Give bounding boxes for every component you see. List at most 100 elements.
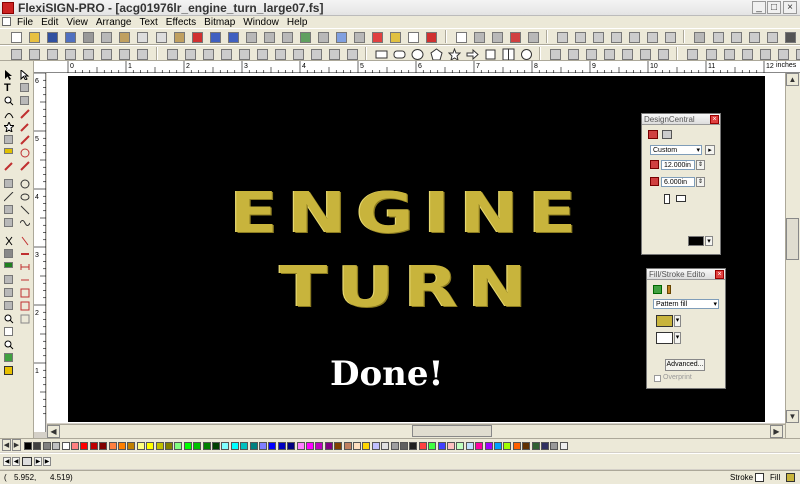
align-left-icon[interactable] <box>555 30 568 43</box>
fill-pattern-swatch[interactable] <box>656 315 673 327</box>
arc-tool-icon[interactable] <box>4 218 14 228</box>
center-icon[interactable] <box>740 47 753 60</box>
measure-icon[interactable] <box>316 30 330 43</box>
scroll-right-arrow-icon[interactable]: ▶ <box>770 425 783 438</box>
palette-swatch[interactable] <box>61 442 70 450</box>
palette-swatch[interactable] <box>503 442 512 450</box>
line-tool-icon[interactable] <box>3 191 14 202</box>
justify-all-icon[interactable] <box>627 30 641 43</box>
palette-swatch[interactable] <box>381 442 390 450</box>
magnify-tool-icon[interactable] <box>4 314 14 324</box>
palette-swatch[interactable] <box>531 442 540 450</box>
polygon-shape-icon[interactable] <box>429 47 443 60</box>
text-tool-icon[interactable]: T <box>4 83 14 94</box>
palette-swatch[interactable] <box>437 442 446 450</box>
text-tool-icon[interactable] <box>454 30 467 43</box>
apply-arrow-icon[interactable]: ▸ <box>705 145 715 155</box>
print-preview-icon[interactable] <box>99 30 113 43</box>
import-icon[interactable] <box>244 30 257 43</box>
scroll-down-arrow-icon[interactable]: ▼ <box>786 410 799 423</box>
design-central-tab-icon[interactable] <box>648 130 658 139</box>
palette-swatch[interactable] <box>484 442 493 450</box>
palette-swatch[interactable] <box>89 442 98 450</box>
maximize-button[interactable]: □ <box>767 1 781 14</box>
trim-icon[interactable] <box>255 47 268 60</box>
outline-icon[interactable] <box>291 47 304 60</box>
height-stepper[interactable]: ⇕ <box>696 177 705 187</box>
palette-swatch[interactable] <box>512 442 521 450</box>
arrange-icon[interactable] <box>165 47 178 60</box>
stroke-color-swatch[interactable] <box>656 332 673 344</box>
palette-swatch[interactable] <box>343 442 352 450</box>
palette-swatch[interactable] <box>240 442 249 450</box>
size-icon[interactable] <box>758 47 771 60</box>
color-icon[interactable] <box>370 30 384 43</box>
pencil-tool-icon[interactable] <box>20 122 30 132</box>
intersect-icon[interactable] <box>273 47 286 60</box>
polygon-tool-icon[interactable] <box>4 205 14 215</box>
wave-icon[interactable] <box>620 47 634 60</box>
eraser-tool-icon[interactable] <box>20 148 30 158</box>
export-icon[interactable] <box>262 30 275 43</box>
kern-tool-icon[interactable] <box>20 83 30 93</box>
distribute-icon[interactable] <box>704 47 717 60</box>
star-tool-icon[interactable] <box>2 120 16 134</box>
cut-tool-icon[interactable] <box>20 236 30 246</box>
lock-icon[interactable] <box>81 47 95 60</box>
help-icon[interactable] <box>424 30 438 43</box>
palette-swatch[interactable] <box>522 442 531 450</box>
fill-color-swatch-icon[interactable] <box>4 366 14 376</box>
grid-tool-icon[interactable] <box>20 301 30 311</box>
palette-swatch[interactable] <box>409 442 418 450</box>
rectangle-shape-icon[interactable] <box>374 47 388 60</box>
page-color-dropdown-icon[interactable]: ▾ <box>705 236 713 246</box>
palette-swatch[interactable] <box>127 442 136 450</box>
close-button[interactable]: × <box>783 1 797 14</box>
distort-icon[interactable] <box>765 30 778 43</box>
palette-swatch[interactable] <box>287 442 296 450</box>
fill-swatch-dropdown-icon[interactable]: ▾ <box>674 315 681 327</box>
palette-swatch[interactable] <box>390 442 399 450</box>
zoom-icon[interactable] <box>406 30 420 43</box>
palette-swatch[interactable] <box>99 442 108 450</box>
advanced-button[interactable]: Advanced... <box>665 359 705 371</box>
palette-swatch[interactable] <box>212 442 220 450</box>
fill-bucket-icon[interactable] <box>653 285 662 294</box>
scroll-left-arrow-icon[interactable]: ◀ <box>47 425 60 438</box>
forward-icon[interactable] <box>219 47 232 60</box>
palette-swatch[interactable] <box>221 442 230 450</box>
mirror-icon[interactable] <box>117 47 131 60</box>
space-icon[interactable] <box>722 47 735 60</box>
bezier-tool-icon[interactable] <box>4 109 14 119</box>
scan-icon[interactable] <box>280 30 293 43</box>
palette-swatch[interactable] <box>230 442 239 450</box>
contour-icon[interactable] <box>729 30 742 43</box>
size-preset-select[interactable]: Custom ▾ <box>650 145 702 155</box>
rect-tool-icon[interactable] <box>4 179 14 189</box>
palette-swatch[interactable] <box>165 442 173 450</box>
palette-swatch[interactable] <box>136 442 145 450</box>
palette-swatch[interactable] <box>108 442 117 450</box>
node-icon[interactable] <box>309 47 323 60</box>
palette-swatch[interactable] <box>334 442 343 450</box>
curve-icon[interactable] <box>548 47 561 60</box>
artwork-text-engine[interactable]: ENGINE <box>158 184 658 244</box>
artwork-text-turn[interactable]: TURN <box>183 258 633 318</box>
horizontal-scroll-thumb[interactable] <box>412 425 492 437</box>
scroll-up-arrow-icon[interactable]: ▲ <box>786 73 799 86</box>
palette-swatch[interactable] <box>249 442 258 450</box>
path-icon[interactable] <box>327 47 341 60</box>
ungroup-icon[interactable] <box>27 47 41 60</box>
pick-arrow-icon[interactable] <box>4 70 14 80</box>
arrow-shape-icon[interactable] <box>465 47 479 60</box>
paste-icon[interactable] <box>172 30 185 43</box>
delete-icon[interactable] <box>190 30 203 43</box>
last-page-icon[interactable]: ▶ <box>43 457 51 466</box>
landscape-orientation-icon[interactable] <box>676 195 686 202</box>
dimension-tool-icon[interactable] <box>20 262 30 272</box>
palette-swatch[interactable] <box>33 442 42 450</box>
weld-icon[interactable] <box>711 30 724 43</box>
color-tool-icon[interactable] <box>4 353 14 363</box>
undo-icon[interactable] <box>208 30 221 43</box>
align-objects-icon[interactable] <box>685 47 699 60</box>
